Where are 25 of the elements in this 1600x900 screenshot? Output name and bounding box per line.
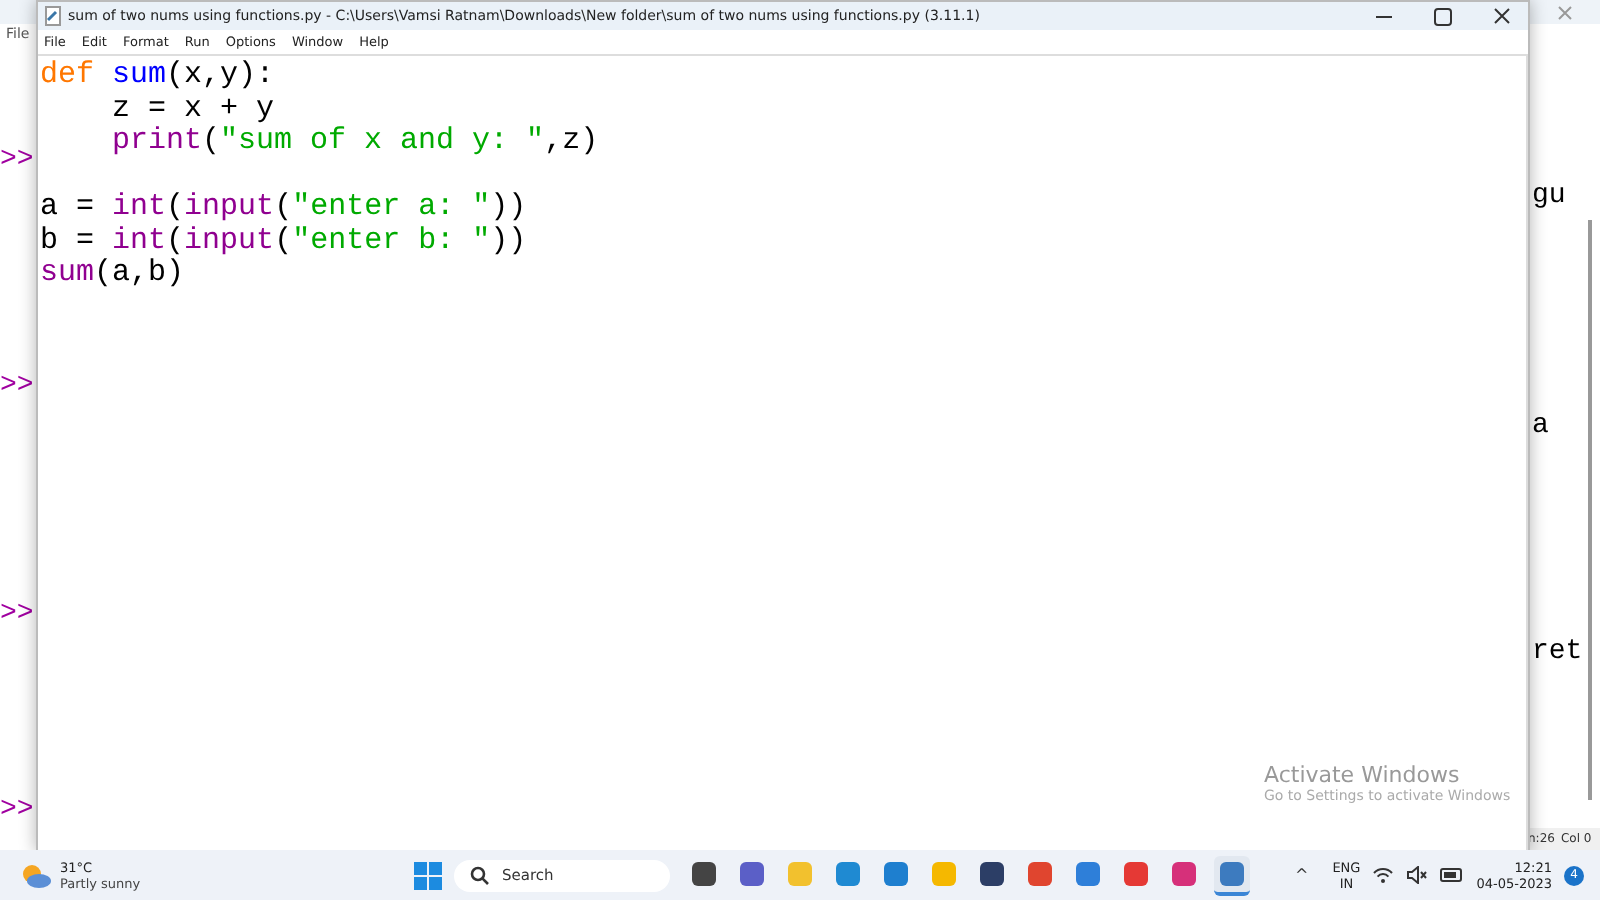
sun-cloud-icon[interactable] [20,861,52,889]
chevron-icon[interactable]: ^ [1295,866,1309,884]
shell-text: gu [1532,180,1566,212]
battery-icon[interactable] [1440,868,1465,882]
code-line: z = x + y [110,91,275,125]
minimize-icon[interactable] [1376,15,1392,17]
start-icon[interactable] [414,861,442,889]
activation-notice: Activate Windows [1264,762,1462,788]
code-line: sum(a,b) [40,256,185,290]
python-file-icon [44,6,62,26]
shell-prompt: >> [0,370,34,402]
shell-prompt: >> [0,144,34,176]
search-icon [470,865,490,885]
code-line: a = int(input("enter a: ")) [40,190,527,224]
code-line: def sum(x,y): [40,58,275,92]
close-icon[interactable] [1494,8,1510,24]
wifi-icon[interactable] [1372,866,1395,884]
maximize-icon[interactable] [1434,7,1452,25]
shell-prompt: >> [0,794,34,826]
code-line: print("sum of x and y: ",z) [110,124,599,158]
code-line: b = int(input("enter b: ")) [40,223,527,257]
mute-icon[interactable] [1406,866,1429,884]
shell-text: a [1532,410,1549,442]
shell-text: ret [1532,636,1583,668]
shell-prompt: >> [0,598,34,630]
